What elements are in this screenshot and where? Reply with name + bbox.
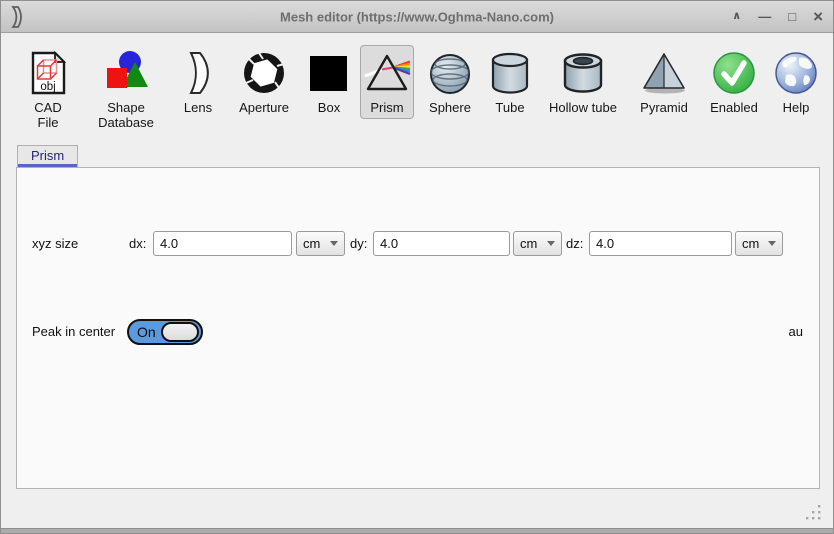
dz-unit-select[interactable]: cm (735, 231, 783, 256)
peak-in-center-toggle[interactable]: On (127, 319, 203, 345)
xyz-size-label: xyz size (32, 231, 78, 256)
toolbar-button-help[interactable]: Help (772, 45, 820, 119)
chevron-down-icon (330, 241, 338, 246)
help-globe-icon (772, 49, 820, 97)
toolbar-label: Pyramid (640, 100, 688, 115)
lens-icon (174, 49, 222, 97)
toolbar-button-pyramid[interactable]: Pyramid (632, 45, 696, 119)
toolbar-label: Aperture (239, 100, 289, 115)
tube-icon (486, 49, 534, 97)
mesh-editor-window: Mesh editor (https://www.Oghma-Nano.com)… (0, 0, 834, 534)
toolbar-label: Box (318, 100, 340, 115)
dy-label: dy: (350, 231, 367, 256)
prism-icon (363, 49, 411, 97)
toolbar-label: Help (783, 100, 810, 115)
maximize-button[interactable]: □ (788, 10, 796, 23)
toolbar-label: Tube (495, 100, 524, 115)
minimize-button[interactable]: — (758, 10, 771, 23)
toolbar-label: CAD File (34, 100, 61, 130)
toolbar-button-lens[interactable]: Lens (173, 45, 223, 119)
toolbar-button-shape-database[interactable]: Shape Database (86, 45, 166, 134)
titlebar[interactable]: Mesh editor (https://www.Oghma-Nano.com)… (1, 1, 833, 33)
enabled-check-icon (710, 49, 758, 97)
box-icon (305, 49, 353, 97)
tab-bar: Prism (17, 145, 78, 167)
dy-unit-value: cm (520, 236, 537, 251)
tab-prism[interactable]: Prism (17, 145, 78, 167)
dz-unit-value: cm (742, 236, 759, 251)
dy-input[interactable] (373, 231, 510, 256)
toolbar-label: Prism (370, 100, 403, 115)
toolbar-button-hollow-tube[interactable]: Hollow tube (541, 45, 625, 119)
tab-active-underline (18, 164, 77, 167)
svg-text:obj: obj (40, 81, 55, 93)
dx-unit-select[interactable]: cm (296, 231, 345, 256)
chevron-down-icon (547, 241, 555, 246)
toolbar-button-enabled[interactable]: Enabled (703, 45, 765, 119)
toolbar-button-cad-file[interactable]: obj CAD File (17, 45, 79, 134)
chevron-down-icon (768, 241, 776, 246)
dz-label: dz: (566, 231, 583, 256)
peak-unit-label: au (789, 319, 803, 345)
toolbar-button-aperture[interactable]: Aperture (230, 45, 298, 119)
window-lens-icon[interactable] (9, 5, 25, 34)
dx-input[interactable] (153, 231, 292, 256)
toolbar-label: Enabled (710, 100, 758, 115)
resize-grip[interactable] (804, 503, 822, 521)
toolbar-button-tube[interactable]: Tube (486, 45, 534, 119)
sphere-icon (426, 49, 474, 97)
toggle-knob (161, 322, 199, 342)
shape-database-icon (102, 49, 150, 97)
prism-settings-pane: xyz size dx: cm dy: cm dz: cm Peak in ce… (16, 167, 820, 489)
toolbar-label: Sphere (429, 100, 471, 115)
peak-in-center-label: Peak in center (32, 319, 115, 345)
close-button[interactable]: × (813, 8, 823, 25)
dx-unit-value: cm (303, 236, 320, 251)
peak-in-center-row: Peak in center On au (17, 319, 819, 345)
tab-label: Prism (18, 146, 77, 164)
hollow-tube-icon (559, 49, 607, 97)
toggle-state-label: On (137, 324, 156, 340)
toolbar-button-prism[interactable]: Prism (360, 45, 414, 119)
dx-label: dx: (129, 231, 146, 256)
dy-unit-select[interactable]: cm (513, 231, 562, 256)
toolbar-button-sphere[interactable]: Sphere (421, 45, 479, 119)
window-bottom-border (1, 528, 833, 533)
toolbar-label: Hollow tube (549, 100, 617, 115)
toolbar: obj CAD File Shape Database Lens (17, 45, 833, 134)
toolbar-button-box[interactable]: Box (305, 45, 353, 119)
pyramid-icon (640, 49, 688, 97)
dz-input[interactable] (589, 231, 732, 256)
toolbar-label: Lens (184, 100, 212, 115)
window-controls: ∧ — □ × (732, 1, 823, 32)
cad-file-icon: obj (24, 49, 72, 97)
aperture-icon (240, 49, 288, 97)
toolbar-label: Shape Database (98, 100, 154, 130)
shade-button[interactable]: ∧ (732, 11, 741, 22)
window-title: Mesh editor (https://www.Oghma-Nano.com) (280, 9, 554, 24)
xyz-size-row: xyz size dx: cm dy: cm dz: cm (17, 231, 819, 257)
